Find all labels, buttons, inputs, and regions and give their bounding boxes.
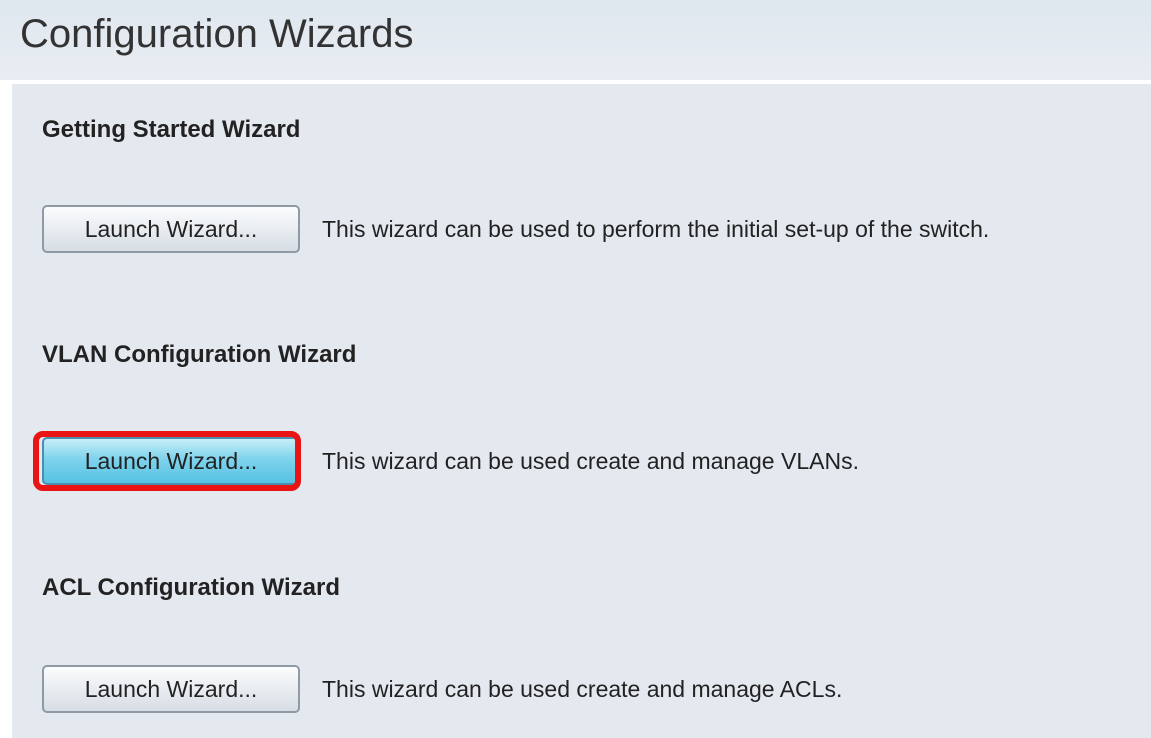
wizards-panel <box>10 82 1151 738</box>
getting-started-wizard-heading: Getting Started Wizard <box>42 116 301 143</box>
launch-acl-configuration-wizard-button[interactable]: Launch Wizard... <box>42 665 300 713</box>
launch-vlan-configuration-wizard-button[interactable]: Launch Wizard... <box>42 437 300 485</box>
configuration-wizards-page: Configuration Wizards Getting Started Wi… <box>0 0 1151 738</box>
title-bar: Configuration Wizards <box>0 0 1151 80</box>
launch-getting-started-wizard-button[interactable]: Launch Wizard... <box>42 205 300 253</box>
acl-configuration-wizard-description: This wizard can be used create and manag… <box>322 676 843 702</box>
getting-started-wizard-description: This wizard can be used to perform the i… <box>322 216 990 242</box>
vlan-configuration-wizard-description: This wizard can be used create and manag… <box>322 448 859 474</box>
page-title: Configuration Wizards <box>20 12 414 56</box>
acl-configuration-wizard-heading: ACL Configuration Wizard <box>42 574 340 601</box>
vlan-configuration-wizard-heading: VLAN Configuration Wizard <box>42 341 357 368</box>
